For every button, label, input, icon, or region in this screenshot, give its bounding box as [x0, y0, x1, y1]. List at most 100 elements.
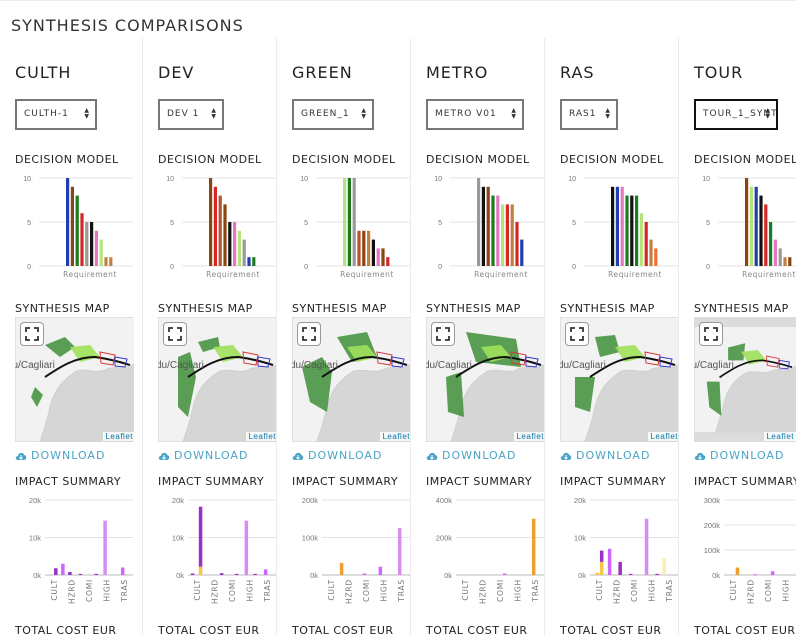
synthesis-map[interactable]: du/Cagliari Leaflet: [15, 317, 134, 442]
decision-bar[interactable]: [486, 186, 490, 266]
impact-bar[interactable]: [502, 573, 507, 576]
decision-bar[interactable]: [639, 213, 643, 266]
scenario-select[interactable]: GREEN_1 ▲ ▼: [292, 99, 374, 130]
decision-bar[interactable]: [223, 204, 227, 266]
synthesis-map[interactable]: du/Cagliari Leaflet: [694, 317, 796, 442]
leaflet-attribution[interactable]: Leaflet: [514, 432, 545, 441]
leaflet-attribution[interactable]: Leaflet: [380, 432, 411, 441]
synthesis-map[interactable]: du/Cagliari Leaflet: [292, 317, 411, 442]
decision-bar[interactable]: [381, 248, 385, 266]
decision-bar[interactable]: [649, 239, 653, 266]
decision-bar[interactable]: [376, 248, 380, 266]
impact-bar[interactable]: [628, 573, 633, 575]
decision-bar[interactable]: [481, 186, 485, 266]
decision-bar[interactable]: [90, 222, 94, 266]
decision-bar[interactable]: [620, 186, 624, 266]
fullscreen-button[interactable]: [20, 322, 44, 346]
decision-bar[interactable]: [247, 257, 251, 266]
decision-bar[interactable]: [496, 195, 500, 266]
impact-bar[interactable]: [61, 563, 65, 575]
decision-bar[interactable]: [80, 213, 84, 266]
decision-bar[interactable]: [347, 178, 351, 266]
decision-bar[interactable]: [654, 248, 658, 266]
scenario-select[interactable]: TOUR_1_SYNT ▲ ▼: [694, 99, 778, 130]
decision-bar[interactable]: [754, 186, 758, 266]
impact-bar[interactable]: [263, 569, 268, 575]
impact-bar[interactable]: [607, 548, 612, 575]
impact-bar[interactable]: [378, 566, 383, 575]
download-link[interactable]: DOWNLOAD: [560, 449, 650, 462]
download-link[interactable]: DOWNLOAD: [292, 449, 382, 462]
scenario-select[interactable]: METRO V01 ▲ ▼: [426, 99, 524, 130]
impact-bar[interactable]: [735, 567, 740, 576]
impact-bar[interactable]: [219, 573, 224, 575]
leaflet-attribution[interactable]: Leaflet: [103, 432, 134, 441]
decision-bar[interactable]: [371, 239, 375, 266]
scenario-select[interactable]: CULTH-1 ▲ ▼: [15, 99, 97, 130]
decision-bar[interactable]: [99, 239, 103, 266]
impact-bar[interactable]: [362, 573, 367, 576]
decision-bar[interactable]: [104, 257, 108, 266]
decision-bar[interactable]: [644, 222, 648, 266]
decision-bar[interactable]: [501, 204, 505, 266]
impact-bar[interactable]: [198, 566, 203, 575]
fullscreen-button[interactable]: [565, 322, 589, 346]
decision-bar[interactable]: [630, 195, 634, 266]
impact-bar[interactable]: [253, 573, 257, 575]
synthesis-map[interactable]: du/Cagliari Leaflet: [158, 317, 277, 442]
scenario-select[interactable]: DEV 1 ▲ ▼: [158, 99, 224, 130]
decision-bar[interactable]: [228, 222, 232, 266]
decision-bar[interactable]: [778, 248, 782, 266]
decision-bar[interactable]: [209, 178, 213, 266]
decision-bar[interactable]: [85, 222, 89, 266]
decision-bar[interactable]: [611, 186, 615, 266]
impact-bar[interactable]: [78, 573, 83, 575]
decision-bar[interactable]: [505, 204, 509, 266]
impact-bar[interactable]: [94, 573, 99, 575]
decision-bar[interactable]: [357, 230, 361, 266]
impact-bar[interactable]: [54, 568, 58, 575]
impact-bar[interactable]: [190, 573, 195, 576]
impact-bar[interactable]: [644, 518, 649, 575]
download-link[interactable]: DOWNLOAD: [426, 449, 516, 462]
impact-bar[interactable]: [198, 506, 203, 567]
impact-bar[interactable]: [655, 573, 659, 575]
decision-bar[interactable]: [233, 222, 237, 266]
decision-bar[interactable]: [477, 178, 481, 266]
impact-bar[interactable]: [618, 561, 622, 575]
decision-bar[interactable]: [783, 257, 787, 266]
leaflet-attribution[interactable]: Leaflet: [246, 432, 277, 441]
impact-bar[interactable]: [662, 558, 666, 575]
impact-bar[interactable]: [531, 518, 536, 575]
leaflet-attribution[interactable]: Leaflet: [764, 432, 796, 441]
impact-bar[interactable]: [599, 550, 604, 562]
download-link[interactable]: DOWNLOAD: [694, 449, 784, 462]
decision-bar[interactable]: [764, 204, 768, 266]
decision-bar[interactable]: [625, 195, 629, 266]
download-link[interactable]: DOWNLOAD: [15, 449, 105, 462]
impact-bar[interactable]: [244, 520, 249, 575]
decision-bar[interactable]: [213, 186, 217, 266]
fullscreen-button[interactable]: [163, 322, 187, 346]
impact-bar[interactable]: [120, 567, 125, 576]
impact-bar[interactable]: [234, 573, 239, 575]
decision-bar[interactable]: [352, 178, 356, 266]
impact-bar[interactable]: [753, 574, 757, 576]
synthesis-map[interactable]: du/Cagliari Leaflet: [426, 317, 545, 442]
impact-bar[interactable]: [770, 571, 775, 575]
fullscreen-button[interactable]: [431, 322, 455, 346]
decision-bar[interactable]: [520, 239, 524, 266]
decision-bar[interactable]: [759, 195, 763, 266]
decision-bar[interactable]: [788, 257, 792, 266]
decision-bar[interactable]: [773, 239, 777, 266]
scenario-select[interactable]: RAS1 ▲ ▼: [560, 99, 618, 130]
impact-bar[interactable]: [68, 572, 72, 575]
decision-bar[interactable]: [769, 222, 773, 266]
decision-bar[interactable]: [362, 230, 366, 266]
decision-bar[interactable]: [242, 239, 246, 266]
decision-bar[interactable]: [252, 257, 256, 266]
decision-bar[interactable]: [515, 222, 519, 266]
decision-bar[interactable]: [635, 195, 639, 266]
decision-bar[interactable]: [66, 178, 70, 266]
decision-bar[interactable]: [343, 178, 347, 266]
